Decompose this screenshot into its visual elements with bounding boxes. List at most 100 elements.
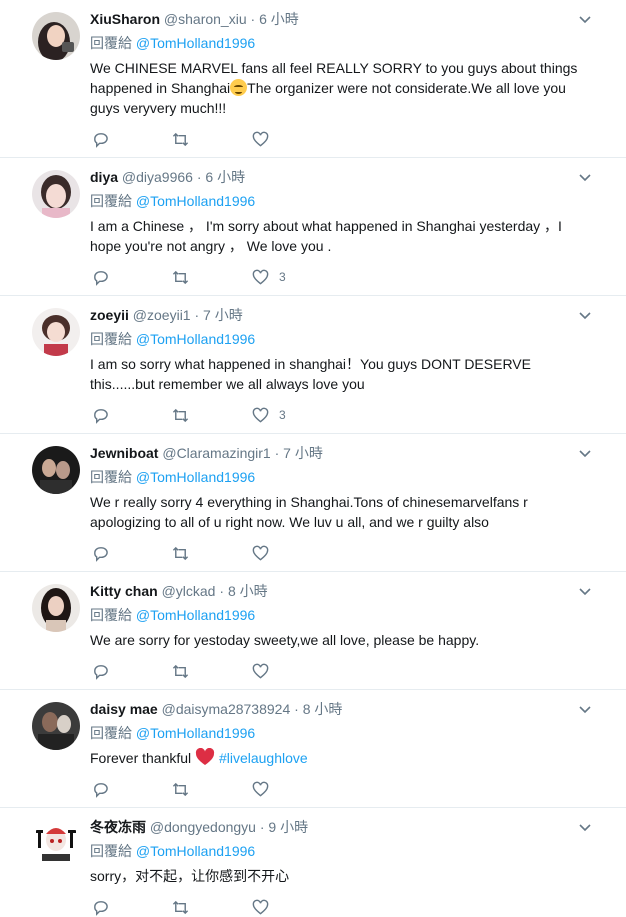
heart-icon [252,781,269,797]
tweet[interactable]: 冬夜冻雨 @dongyedongyu · 9 小時 回覆給 @TomHollan… [0,808,626,917]
like-button[interactable] [252,779,279,799]
tweet-actions [90,661,390,681]
red-heart-icon [195,747,215,765]
reply-prefix: 回覆給 [90,193,132,209]
separator-dot: · [274,445,280,461]
replying-to: 回覆給 @TomHolland1996 [90,468,255,486]
chevron-down-icon[interactable] [578,820,592,834]
like-button[interactable] [252,897,279,917]
retweet-icon [172,132,189,146]
separator-dot: · [250,11,256,27]
reply-button[interactable] [92,405,109,425]
tweet-actions: 3 [90,405,390,425]
tweet[interactable]: daisy mae @daisyma28738924 · 8 小時 回覆給 @T… [0,690,626,808]
tweet[interactable]: XiuSharon @sharon_xiu · 6 小時 回覆給 @TomHol… [0,0,626,158]
tweet[interactable]: diya @diya9966 · 6 小時 回覆給 @TomHolland199… [0,158,626,296]
tweet-actions [90,129,390,149]
avatar[interactable] [32,308,80,356]
user-handle[interactable]: @Claramazingir1 [162,445,270,461]
hashtag-link[interactable]: #livelaughlove [219,750,308,766]
avatar[interactable] [32,446,80,494]
tweet-text-part: Forever thankful [90,750,196,766]
display-name[interactable]: Kitty chan [90,583,158,599]
retweet-button[interactable] [172,405,189,425]
chevron-down-icon[interactable] [578,308,592,322]
avatar[interactable] [32,170,80,218]
reply-prefix: 回覆給 [90,35,132,51]
display-name[interactable]: 冬夜冻雨 [90,819,146,835]
retweet-button[interactable] [172,267,189,287]
like-button[interactable]: 3 [252,267,286,287]
reply-feed: XiuSharon @sharon_xiu · 6 小時 回覆給 @TomHol… [0,0,626,917]
retweet-button[interactable] [172,897,189,917]
chevron-down-icon[interactable] [578,584,592,598]
tweet-actions [90,897,390,917]
display-name[interactable]: daisy mae [90,701,158,717]
timestamp[interactable]: 7 小時 [283,445,323,461]
chevron-down-icon[interactable] [578,170,592,184]
reply-prefix: 回覆給 [90,607,132,623]
display-name[interactable]: XiuSharon [90,11,160,27]
retweet-button[interactable] [172,779,189,799]
chevron-down-icon[interactable] [578,446,592,460]
reply-icon [94,900,108,916]
reply-button[interactable] [92,267,109,287]
reply-button[interactable] [92,543,109,563]
tweet[interactable]: Jewniboat @Claramazingir1 · 7 小時 回覆給 @To… [0,434,626,572]
avatar[interactable] [32,702,80,750]
chevron-down-icon[interactable] [578,702,592,716]
display-name[interactable]: zoeyii [90,307,129,323]
mention-link[interactable]: @TomHolland1996 [136,35,255,51]
mention-link[interactable]: @TomHolland1996 [136,331,255,347]
reply-button[interactable] [92,661,109,681]
retweet-button[interactable] [172,129,189,149]
user-handle[interactable]: @sharon_xiu [164,11,247,27]
display-name[interactable]: Jewniboat [90,445,158,461]
separator-dot: · [196,169,202,185]
mention-link[interactable]: @TomHolland1996 [136,607,255,623]
mention-link[interactable]: @TomHolland1996 [136,469,255,485]
tweet-text: We r really sorry 4 everything in Shangh… [90,494,528,530]
retweet-button[interactable] [172,543,189,563]
mention-link[interactable]: @TomHolland1996 [136,193,255,209]
heart-icon [252,663,269,679]
mention-link[interactable]: @TomHolland1996 [136,725,255,741]
user-handle[interactable]: @daisyma28738924 [162,701,291,717]
timestamp[interactable]: 9 小時 [268,819,308,835]
display-name[interactable]: diya [90,169,118,185]
tweet[interactable]: zoeyii @zoeyii1 · 7 小時 回覆給 @TomHolland19… [0,296,626,434]
mention-link[interactable]: @TomHolland1996 [136,843,255,859]
timestamp[interactable]: 6 小時 [205,169,245,185]
chevron-down-icon[interactable] [578,12,592,26]
reply-button[interactable] [92,897,109,917]
reply-button[interactable] [92,129,109,149]
avatar[interactable] [32,584,80,632]
tweet[interactable]: Kitty chan @ylckad · 8 小時 回覆給 @TomHollan… [0,572,626,690]
like-button[interactable] [252,661,279,681]
tweet-header: diya @diya9966 · 6 小時 [90,168,586,186]
tweet-header: XiuSharon @sharon_xiu · 6 小時 [90,10,586,28]
timestamp[interactable]: 8 小時 [228,583,268,599]
timestamp[interactable]: 7 小時 [203,307,243,323]
tweet-header: daisy mae @daisyma28738924 · 8 小時 [90,700,586,718]
replying-to: 回覆給 @TomHolland1996 [90,724,255,742]
reply-prefix: 回覆給 [90,469,132,485]
like-button[interactable] [252,129,279,149]
replying-to: 回覆給 @TomHolland1996 [90,192,255,210]
heart-icon [252,899,269,915]
avatar[interactable] [32,12,80,60]
tweet-text: sorry，对不起，让你感到不开心 [90,868,290,884]
separator-dot: · [294,701,299,717]
user-handle[interactable]: @diya9966 [122,169,193,185]
avatar[interactable] [32,820,80,868]
user-handle[interactable]: @zoeyii1 [133,307,191,323]
reply-button[interactable] [92,779,109,799]
user-handle[interactable]: @dongyedongyu [150,819,256,835]
timestamp[interactable]: 8 小時 [303,701,343,717]
like-button[interactable]: 3 [252,405,286,425]
like-button[interactable] [252,543,279,563]
timestamp[interactable]: 6 小時 [259,11,299,27]
retweet-button[interactable] [172,661,189,681]
user-handle[interactable]: @ylckad [162,583,216,599]
tweet-actions [90,543,390,563]
